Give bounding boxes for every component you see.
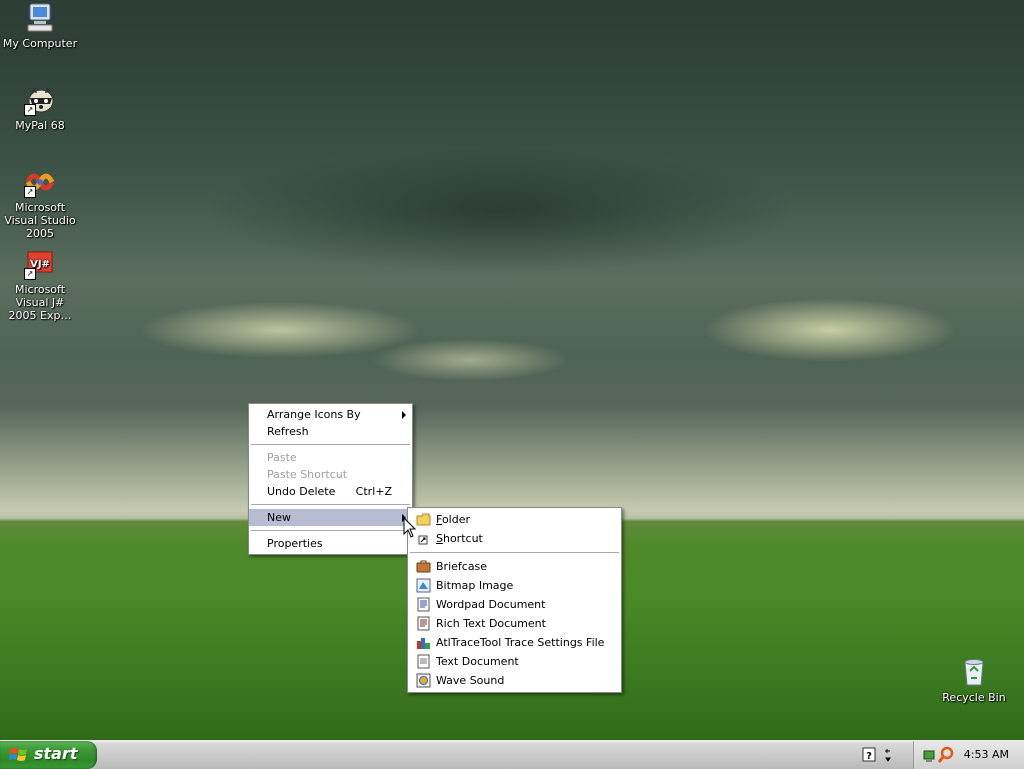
desktop-icon-mypal[interactable]: ↗ MyPal 68 [0, 84, 80, 132]
network-icon [923, 750, 935, 762]
recycle-bin-icon [958, 656, 990, 688]
menu-item-new-trace-settings[interactable]: AtlTraceTool Trace Settings File [408, 633, 621, 652]
menu-item-label: New [267, 511, 291, 524]
help-icon: ? [862, 747, 891, 762]
menu-separator [410, 552, 619, 553]
wave-sound-icon [416, 673, 431, 688]
menu-item-paste: Paste [249, 449, 412, 466]
menu-item-label: Properties [267, 537, 323, 550]
desktop-icon-recycle-bin[interactable]: Recycle Bin [934, 656, 1014, 704]
bitmap-icon [416, 578, 431, 593]
menu-item-label: Arrange Icons By [267, 408, 361, 421]
menu-item-label: Paste Shortcut [267, 468, 348, 481]
system-tray: 4:53 AM [913, 741, 1024, 769]
menu-item-label: Rich Text Document [436, 617, 546, 630]
start-button[interactable]: start [0, 741, 97, 769]
briefcase-icon [416, 559, 431, 574]
menu-separator [251, 444, 410, 445]
clock[interactable]: 4:53 AM [964, 748, 1009, 761]
wordpad-icon [416, 597, 431, 612]
desktop-icon-visual-studio[interactable]: ↗ Microsoft Visual Studio 2005 [0, 166, 80, 240]
shortcut-arrow-icon: ↗ [24, 104, 36, 116]
menu-item-new-shortcut[interactable]: Shortcut [408, 529, 621, 548]
menu-item-label: Wave Sound [436, 674, 505, 687]
menu-item-new-text-document[interactable]: Text Document [408, 652, 621, 671]
menu-item-label: Undo Delete [267, 485, 336, 498]
menu-item-label: Briefcase [436, 560, 488, 573]
menu-item-label: Bitmap Image [436, 579, 514, 592]
folder-icon [416, 512, 431, 527]
shortcut-arrow-icon: ↗ [24, 268, 36, 280]
desktop-icon-label: Microsoft Visual Studio 2005 [4, 201, 76, 240]
shortcut-icon [416, 531, 431, 546]
mypal-icon: ↗ [24, 84, 56, 116]
search-magnifier-icon [937, 746, 954, 763]
trace-settings-icon [416, 635, 431, 650]
menu-item-label: Text Document [436, 655, 519, 668]
menu-separator [251, 504, 410, 505]
desktop-icon-my-computer[interactable]: My Computer [0, 2, 80, 50]
menu-item-shortcut-key: Ctrl+Z [355, 485, 392, 498]
rtf-icon [416, 616, 431, 631]
mouse-cursor-icon [403, 517, 417, 538]
menu-item-label: Shortcut [436, 532, 483, 545]
menu-item-new-briefcase[interactable]: Briefcase [408, 557, 621, 576]
menu-item-new-rich-text[interactable]: Rich Text Document [408, 614, 621, 633]
menu-item-arrange-icons-by[interactable]: Arrange Icons By [249, 406, 412, 423]
menu-item-new[interactable]: New [249, 509, 412, 526]
desktop-icon-visual-jsharp[interactable]: VJ# ↗ Microsoft Visual J# 2005 Exp… [0, 248, 80, 322]
menu-item-new-wave-sound[interactable]: Wave Sound [408, 671, 621, 690]
desktop-icon-label: Microsoft Visual J# 2005 Exp… [8, 283, 72, 322]
shortcut-arrow-icon: ↗ [24, 186, 36, 198]
menu-item-refresh[interactable]: Refresh [249, 423, 412, 440]
menu-item-properties[interactable]: Properties [249, 535, 412, 552]
menu-item-new-bitmap[interactable]: Bitmap Image [408, 576, 621, 595]
tray-icons [923, 746, 954, 763]
desktop-icon-label: MyPal 68 [15, 119, 65, 132]
desktop-icon-label: My Computer [2, 37, 78, 50]
menu-item-undo-delete[interactable]: Undo Delete Ctrl+Z [249, 483, 412, 500]
menu-item-label: Folder [436, 513, 470, 526]
start-label: start [34, 744, 78, 763]
desktop-context-menu: Arrange Icons By Refresh Paste Paste Sho… [248, 403, 413, 555]
my-computer-icon [24, 2, 56, 34]
visual-studio-icon: ↗ [24, 166, 56, 198]
svg-text:?: ? [866, 751, 872, 762]
vjsharp-icon: VJ# ↗ [24, 248, 56, 280]
menu-item-new-folder[interactable]: Folder [408, 510, 621, 529]
menu-item-label: Wordpad Document [436, 598, 546, 611]
desktop-icon-label: Recycle Bin [942, 691, 1006, 704]
menu-item-label: Refresh [267, 425, 309, 438]
text-document-icon [416, 654, 431, 669]
language-help-area[interactable]: ? [860, 744, 900, 766]
menu-separator [251, 530, 410, 531]
menu-item-label: Paste [267, 451, 297, 464]
windows-logo-icon [9, 748, 27, 761]
taskbar: start ? 4:53 AM [0, 740, 1024, 769]
new-submenu: Folder Shortcut Briefcase Bitmap Image W… [407, 507, 622, 693]
menu-item-label: AtlTraceTool Trace Settings File [436, 636, 605, 649]
desktop-wallpaper[interactable]: My Computer ↗ MyPal 68 ↗ Microsoft Visua [0, 0, 1024, 740]
menu-item-new-wordpad[interactable]: Wordpad Document [408, 595, 621, 614]
submenu-arrow-icon [402, 411, 406, 419]
menu-item-paste-shortcut: Paste Shortcut [249, 466, 412, 483]
